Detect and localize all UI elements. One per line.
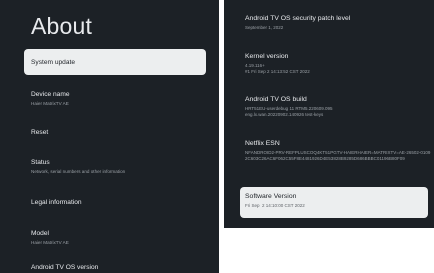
info-value: September 1, 2022 [245,25,284,30]
info-title: Netflix ESN [245,140,280,147]
menu-item-status[interactable]: Status Network, serial numbers and other… [31,159,211,174]
info-kernel-version: Kernel version 4.19.116+ #1 Fri Sep 2 14… [245,53,431,75]
menu-item-reset[interactable]: Reset [31,129,211,136]
menu-item-model[interactable]: Model Haier MatrixTV AE [31,230,211,245]
menu-item-label: Android TV OS version [31,264,99,271]
info-value: NFANDROID2-PRV-REFPLUSCOQ4KT51PGTV-HAIER… [245,150,431,162]
info-title: Android TV OS security patch level [245,15,351,22]
menu-item-label: Reset [31,129,49,136]
info-title: Android TV OS build [245,96,307,103]
info-netflix-esn: Netflix ESN NFANDROID2-PRV-REFPLUSCOQ4KT… [245,140,431,162]
menu-item-device-name[interactable]: Device name Haier MatrixTV AE [31,91,211,106]
menu-item-sublabel: Haier MatrixTV AE [31,101,69,106]
settings-menu-panel: About System update Device name Haier Ma… [0,0,219,273]
menu-item-android-tv-os-version[interactable]: Android TV OS version [31,264,211,271]
menu-item-system-update[interactable]: System update [24,49,206,75]
settings-menu-list: System update Device name Haier MatrixTV… [0,0,219,273]
info-value: Fri Sep 2 14:10:00 CST 2022 [245,203,305,208]
menu-item-label: Device name [31,91,70,98]
menu-item-label: System update [31,58,75,66]
info-os-build: Android TV OS build HRT51EU-userdebug 11… [245,96,431,118]
info-software-version[interactable]: Software Version Fri Sep 2 14:10:00 CST … [240,187,428,218]
info-title: Kernel version [245,53,289,60]
menu-item-sublabel: Haier MatrixTV AE [31,240,69,245]
info-value: 4.19.116+ #1 Fri Sep 2 14:13:52 CST 2022 [245,63,310,75]
info-value: HRT51EU-userdebug 11 RTM5.220609.095 eng… [245,106,333,118]
menu-item-legal-information[interactable]: Legal information [31,199,211,206]
info-security-patch: Android TV OS security patch level Septe… [245,15,431,31]
menu-item-label: Model [31,230,49,237]
device-info-panel: Android TV OS security patch level Septe… [224,0,434,228]
info-title: Software Version [245,193,297,200]
menu-item-label: Status [31,159,50,166]
menu-item-label: Legal information [31,199,82,206]
menu-item-sublabel: Network, serial numbers and other inform… [31,169,126,174]
